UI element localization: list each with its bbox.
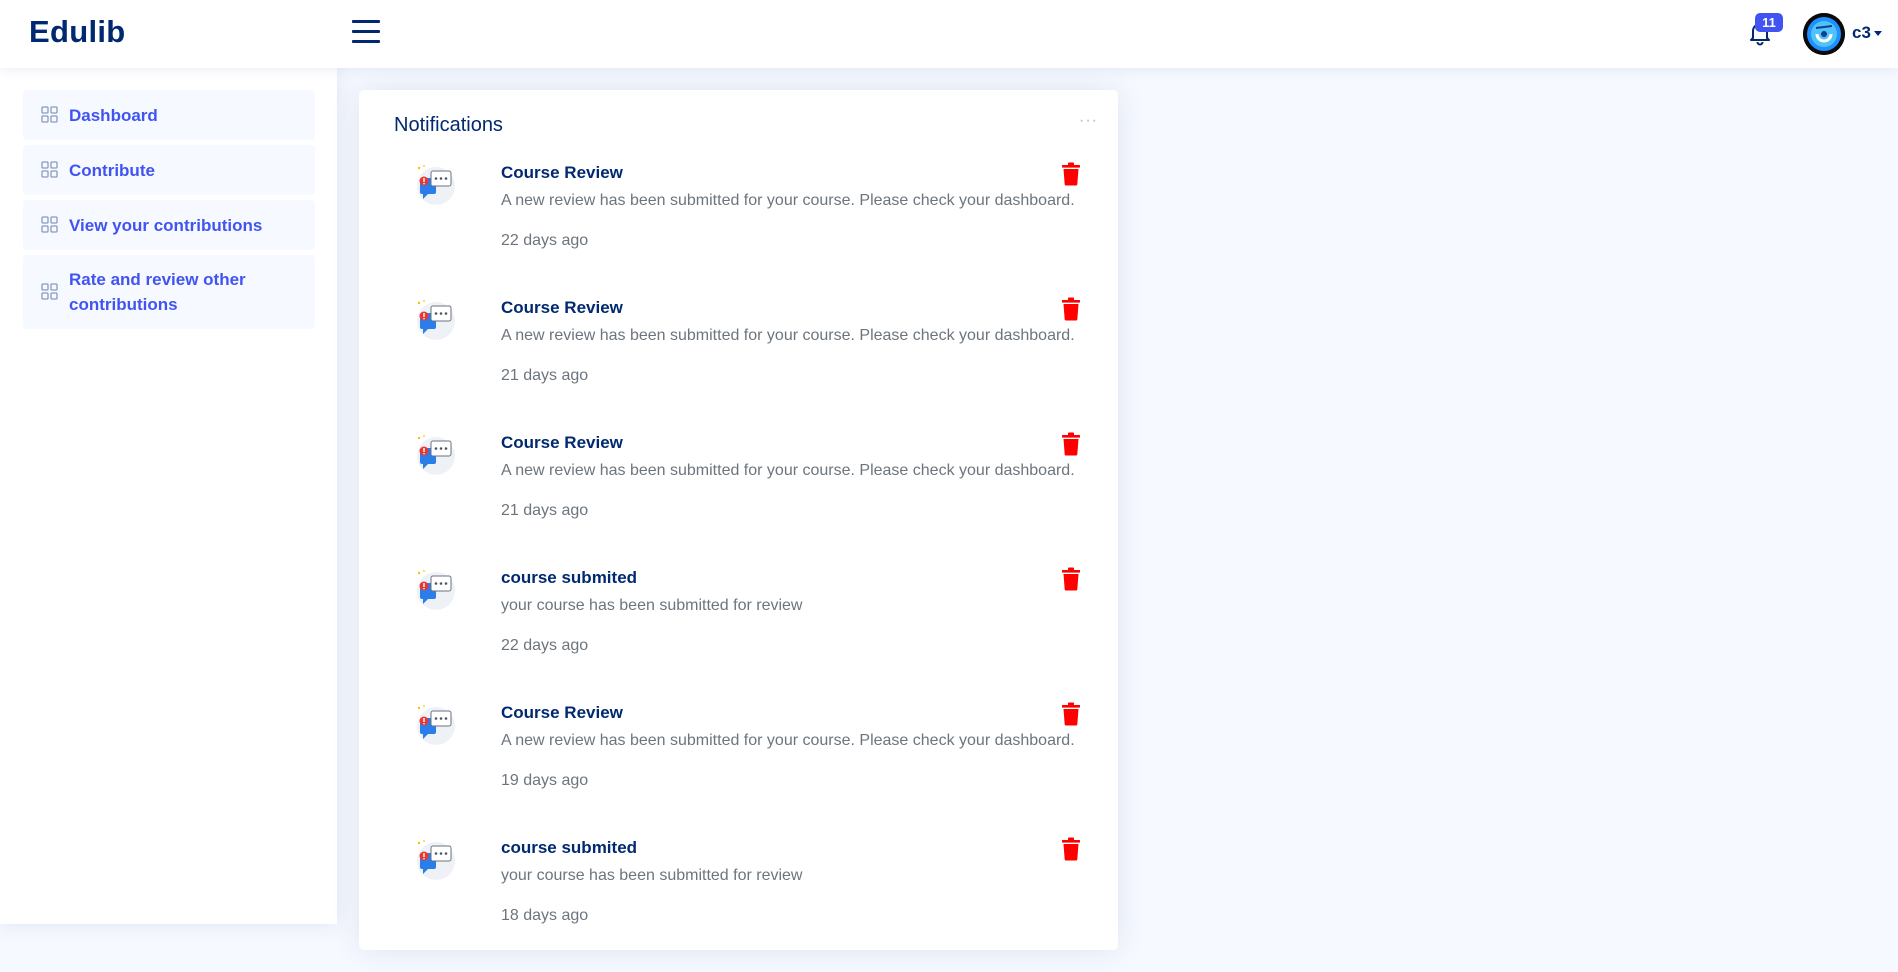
notification-message: A new review has been submitted for your… — [501, 327, 1075, 344]
notification-message: your course has been submitted for revie… — [501, 597, 803, 614]
notification-item: course submited your course has been sub… — [359, 567, 1118, 702]
notification-message: your course has been submitted for revie… — [501, 867, 803, 884]
notification-message: A new review has been submitted for your… — [501, 732, 1075, 749]
notification-title: Course Review — [501, 433, 623, 452]
notification-title: course submited — [501, 838, 638, 857]
sidebar-item-label: Rate and review other contributions — [69, 270, 246, 314]
top-header: Edulib 11 c3 — [0, 0, 1898, 68]
notification-item: Course Review A new review has been subm… — [359, 162, 1118, 297]
app-logo[interactable]: Edulib — [29, 14, 126, 50]
notification-title: course submited — [501, 568, 638, 587]
notification-time: 22 days ago — [501, 232, 589, 249]
notification-time: 19 days ago — [501, 772, 589, 789]
sidebar-item-dashboard[interactable]: Dashboard — [23, 90, 315, 140]
chat-alert-icon — [417, 570, 455, 610]
trash-icon[interactable] — [1061, 162, 1081, 186]
notification-item: Course Review A new review has been subm… — [359, 702, 1118, 837]
card-title: Notifications — [394, 114, 503, 136]
chevron-down-icon[interactable] — [1874, 31, 1882, 36]
notification-item: Course Review A new review has been subm… — [359, 297, 1118, 432]
notification-time: 21 days ago — [501, 367, 589, 384]
notification-item: course submited your course has been sub… — [359, 837, 1118, 972]
notification-title: Course Review — [501, 298, 623, 317]
notification-time: 18 days ago — [501, 907, 589, 924]
notification-title: Course Review — [501, 703, 623, 722]
grid-icon — [41, 106, 58, 123]
notification-item: Course Review A new review has been subm… — [359, 432, 1118, 567]
chat-alert-icon — [417, 435, 455, 475]
notification-message: A new review has been submitted for your… — [501, 192, 1075, 209]
notification-count-badge: 11 — [1755, 13, 1783, 32]
sidebar-item-label: Dashboard — [69, 106, 158, 125]
notification-message: A new review has been submitted for your… — [501, 462, 1075, 479]
trash-icon[interactable] — [1061, 432, 1081, 456]
sidebar-item-label: View your contributions — [69, 216, 263, 235]
trash-icon[interactable] — [1061, 837, 1081, 861]
more-options-icon[interactable]: ··· — [1079, 112, 1098, 130]
chat-alert-icon — [417, 840, 455, 880]
trash-icon[interactable] — [1061, 297, 1081, 321]
notification-time: 21 days ago — [501, 502, 589, 519]
notification-title: Course Review — [501, 163, 623, 182]
sidebar-item-label: Contribute — [69, 161, 155, 180]
notification-time: 22 days ago — [501, 637, 589, 654]
grid-icon — [41, 161, 58, 178]
chat-alert-icon — [417, 165, 455, 205]
sidebar-item-rate-review[interactable]: Rate and review other contributions — [23, 255, 315, 329]
sidebar-item-contribute[interactable]: Contribute — [23, 145, 315, 195]
grid-icon — [41, 283, 58, 300]
sidebar-item-view-contributions[interactable]: View your contributions — [23, 200, 315, 250]
trash-icon[interactable] — [1061, 702, 1081, 726]
notifications-card: Notifications ··· Course Review A new re… — [359, 90, 1118, 950]
sidebar: Dashboard Contribute View your contribut… — [0, 68, 337, 924]
grid-icon — [41, 216, 58, 233]
user-name[interactable]: c3 — [1852, 23, 1871, 43]
chat-alert-icon — [417, 705, 455, 745]
user-avatar[interactable] — [1803, 13, 1845, 55]
hamburger-menu-icon[interactable] — [352, 20, 380, 44]
trash-icon[interactable] — [1061, 567, 1081, 591]
chat-alert-icon — [417, 300, 455, 340]
